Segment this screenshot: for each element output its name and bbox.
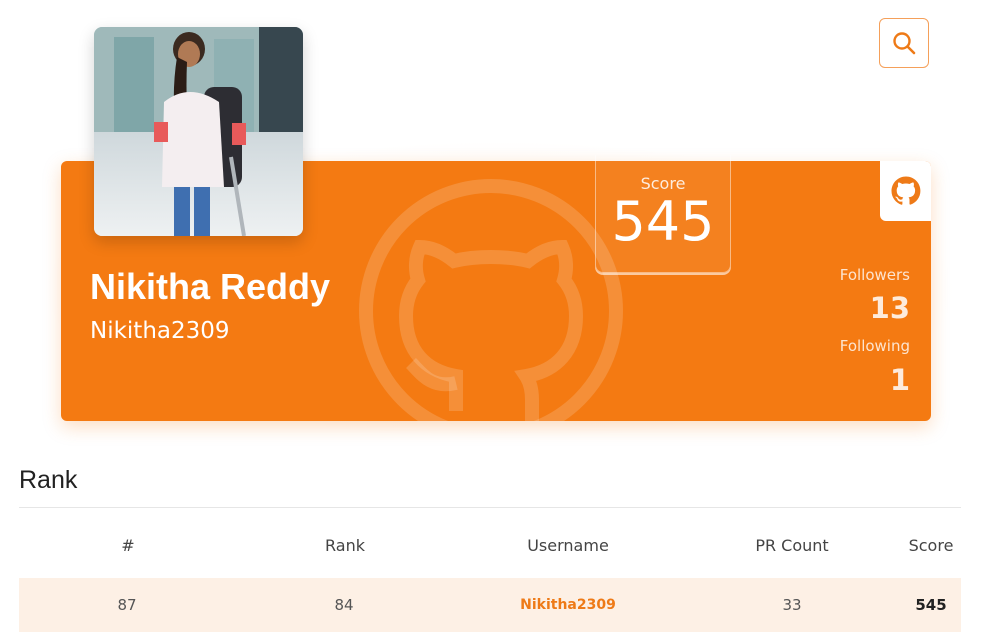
profile-name: Nikitha Reddy: [90, 266, 331, 307]
row-username-link[interactable]: Nikitha2309: [520, 597, 616, 613]
row-index: 87: [117, 596, 137, 614]
followers-count: 13: [869, 291, 910, 325]
avatar-photo: [94, 27, 303, 236]
following-label: Following: [839, 337, 910, 355]
rank-table: # Rank Username PR Count Score 87 84 Nik…: [19, 518, 961, 632]
table-row: 87 84 Nikitha2309 33 545: [19, 578, 961, 632]
column-header-score: Score: [908, 536, 954, 555]
followers-label: Followers: [839, 266, 910, 284]
column-header-index: #: [121, 536, 135, 555]
avatar: [94, 27, 303, 236]
github-watermark-icon: [359, 179, 623, 421]
section-divider: [19, 507, 961, 508]
github-button[interactable]: [880, 161, 931, 221]
score-value: 545: [611, 190, 715, 253]
row-score: 545: [915, 596, 947, 614]
table-header: # Rank Username PR Count Score: [19, 518, 961, 574]
search-button[interactable]: [879, 18, 929, 68]
column-header-pr-count: PR Count: [755, 536, 829, 555]
row-pr-count: 33: [782, 596, 802, 614]
row-rank: 84: [334, 596, 354, 614]
following-count: 1: [889, 363, 910, 397]
github-icon: [891, 176, 920, 205]
profile-username: Nikitha2309: [90, 318, 230, 344]
score-box: Score 545: [595, 155, 731, 273]
rank-section-title: Rank: [19, 466, 78, 494]
column-header-rank: Rank: [325, 536, 365, 555]
column-header-username: Username: [527, 536, 609, 555]
search-icon: [893, 32, 916, 55]
